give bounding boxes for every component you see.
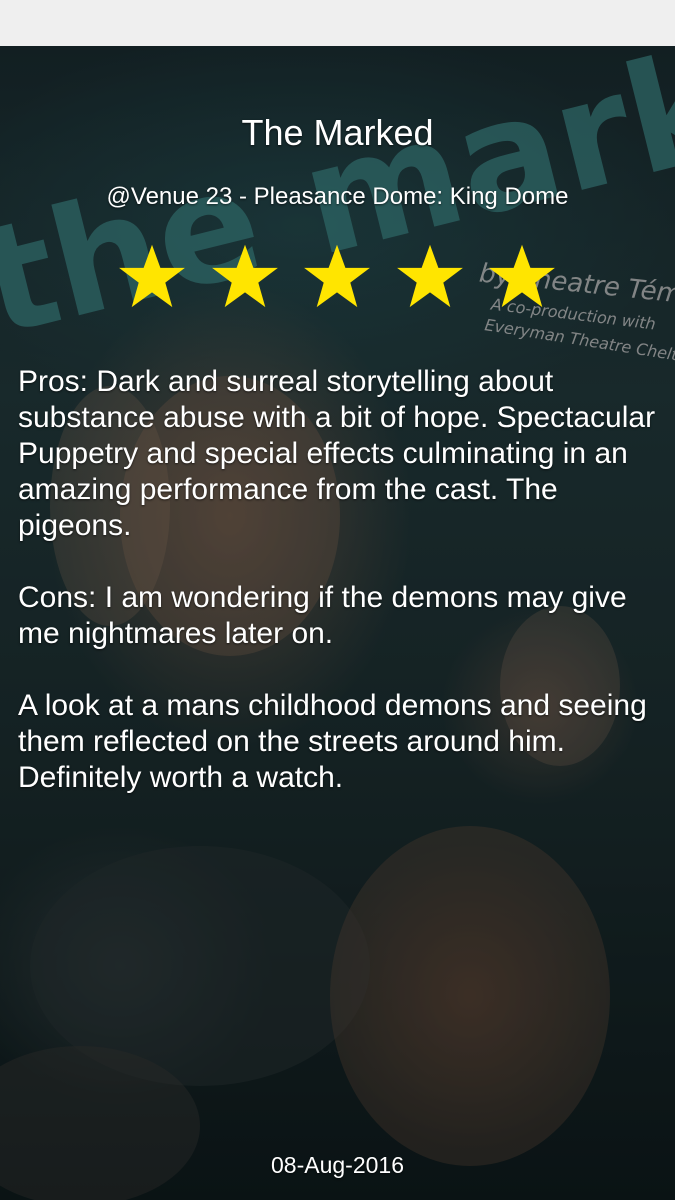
star-icon [395, 242, 465, 312]
review-pros: Pros: Dark and surreal storytelling abou… [18, 365, 656, 542]
star-icon [117, 242, 187, 312]
review-content: The Marked @Venue 23 - Pleasance Dome: K… [0, 46, 675, 1200]
venue-label: @Venue 23 - Pleasance Dome: King Dome [106, 183, 569, 210]
show-title: The Marked [241, 112, 434, 153]
star-icon [487, 242, 557, 312]
review-date: 08-Aug-2016 [271, 1152, 404, 1178]
review-summary: A look at a mans childhood demons and se… [18, 689, 647, 794]
review-body: Pros: Dark and surreal storytelling abou… [18, 364, 658, 832]
star-rating [117, 242, 557, 312]
star-icon [302, 242, 372, 312]
star-icon [210, 242, 280, 312]
review-card: the marked by Theatre Témoin A co-produc… [0, 46, 675, 1200]
review-cons: Cons: I am wondering if the demons may g… [18, 581, 627, 650]
top-bar [0, 0, 675, 46]
